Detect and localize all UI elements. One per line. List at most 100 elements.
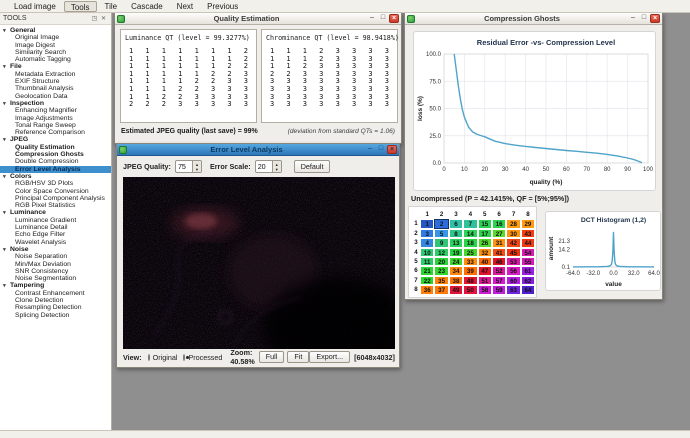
zigzag-cell[interactable]: 9 — [434, 238, 449, 248]
zigzag-cell[interactable]: 36 — [420, 285, 435, 295]
zigzag-cell[interactable]: 21 — [420, 266, 435, 276]
sidebar-item-splicing-detection[interactable]: Splicing Detection — [0, 312, 111, 319]
zigzag-cell[interactable]: 2 — [434, 219, 449, 229]
sidebar-section-file[interactable]: ▾ File — [0, 63, 111, 70]
zigzag-cell[interactable]: 15 — [477, 219, 492, 229]
sidebar-item-color-space-conversion[interactable]: Color Space Conversion — [0, 188, 111, 195]
zigzag-cell[interactable]: 62 — [520, 275, 536, 286]
zigzag-cell[interactable]: 58 — [477, 285, 492, 295]
zigzag-cell[interactable]: 43 — [520, 228, 536, 239]
cg-titlebar[interactable]: Compression Ghosts – □ × — [405, 13, 662, 25]
radio-processed[interactable] — [183, 353, 189, 361]
zigzag-cell[interactable]: 47 — [477, 266, 492, 276]
minimize-icon[interactable]: – — [367, 14, 377, 23]
zigzag-cell[interactable]: 30 — [506, 228, 521, 239]
sidebar-item-similarity-search[interactable]: Similarity Search — [0, 49, 111, 56]
sidebar-item-noise-segmentation[interactable]: Noise Segmentation — [0, 275, 111, 282]
sidebar-item-exif-structure[interactable]: EXIF Structure — [0, 78, 111, 85]
sidebar-item-contrast-enhancement[interactable]: Contrast Enhancement — [0, 290, 111, 297]
menu-tile[interactable]: Tile — [99, 1, 124, 12]
zigzag-cell[interactable]: 52 — [491, 266, 507, 276]
zigzag-cell[interactable]: 55 — [520, 256, 536, 267]
dock-close-icon[interactable]: ✕ — [99, 15, 108, 22]
zigzag-cell[interactable]: 40 — [477, 256, 492, 267]
sidebar-item-rgb-hsv-3d-plots[interactable]: RGB/HSV 3D Plots — [0, 180, 111, 187]
zigzag-cell[interactable]: 28 — [506, 219, 521, 229]
zigzag-cell[interactable]: 18 — [463, 238, 478, 248]
zigzag-cell[interactable]: 60 — [506, 275, 521, 286]
menu-cascade[interactable]: Cascade — [125, 1, 169, 12]
sidebar-section-colors[interactable]: ▾ Colors — [0, 173, 111, 180]
zigzag-cell[interactable]: 16 — [491, 219, 507, 229]
zigzag-cell[interactable]: 46 — [491, 256, 507, 267]
sidebar-item-automatic-tagging[interactable]: Automatic Tagging — [0, 56, 111, 63]
error-scale-stepper[interactable]: 20 ▲ ▼ — [254, 160, 282, 173]
sidebar-item-error-level-analysis[interactable]: Error Level Analysis — [0, 165, 111, 173]
radio-original[interactable] — [147, 353, 150, 361]
export-button[interactable]: Export... — [309, 351, 351, 363]
sidebar-item-echo-edge-filter[interactable]: Echo Edge Filter — [0, 231, 111, 238]
sidebar-item-thumbnail-analysis[interactable]: Thumbnail Analysis — [0, 85, 111, 92]
zigzag-cell[interactable]: 53 — [506, 256, 521, 267]
zigzag-cell[interactable]: 5 — [434, 228, 449, 239]
spin-arrows-icon[interactable]: ▲ ▼ — [271, 161, 281, 172]
zigzag-cell[interactable]: 26 — [477, 238, 492, 248]
sidebar-item-reference-comparison[interactable]: Reference Comparison — [0, 129, 111, 136]
radio-original-label[interactable]: Original — [153, 353, 178, 362]
zigzag-cell[interactable]: 37 — [434, 285, 449, 295]
qe-titlebar[interactable]: Quality Estimation – □ × — [115, 13, 401, 25]
zigzag-cell[interactable]: 4 — [420, 238, 435, 248]
zigzag-cell[interactable]: 63 — [506, 285, 521, 295]
sidebar-item-image-digest[interactable]: Image Digest — [0, 42, 111, 49]
radio-processed-label[interactable]: Processed — [188, 353, 222, 362]
sidebar-item-clone-detection[interactable]: Clone Detection — [0, 297, 111, 304]
sidebar-item-enhancing-magnifier[interactable]: Enhancing Magnifier — [0, 107, 111, 114]
zigzag-cell[interactable]: 20 — [434, 256, 449, 267]
maximize-icon[interactable]: □ — [378, 14, 388, 23]
menu-load-image[interactable]: Load image — [8, 1, 62, 12]
zigzag-cell[interactable]: 23 — [434, 266, 449, 276]
zigzag-cell[interactable]: 31 — [491, 238, 507, 248]
sidebar-item-compression-ghosts[interactable]: Compression Ghosts — [0, 151, 111, 158]
zigzag-cell[interactable]: 38 — [448, 275, 464, 286]
ela-titlebar[interactable]: Error Level Analysis – □ × — [117, 144, 399, 156]
sidebar-item-double-compression[interactable]: Double Compression — [0, 158, 111, 165]
zigzag-cell[interactable]: 51 — [477, 275, 492, 286]
default-button[interactable]: Default — [293, 160, 331, 173]
zigzag-cell[interactable]: 34 — [448, 266, 464, 276]
zigzag-cell[interactable]: 57 — [491, 275, 507, 286]
zigzag-cell[interactable]: 39 — [463, 266, 478, 276]
sidebar-item-snr-consistency[interactable]: SNR Consistency — [0, 268, 111, 275]
maximize-icon[interactable]: □ — [639, 14, 649, 23]
zigzag-cell[interactable]: 44 — [520, 238, 536, 248]
close-icon[interactable]: × — [387, 145, 397, 154]
zigzag-cell[interactable]: 8 — [448, 228, 464, 239]
sidebar-item-quality-estimation[interactable]: Quality Estimation — [0, 144, 111, 151]
jpeg-quality-stepper[interactable]: 75 ▲ ▼ — [174, 160, 202, 173]
zigzag-cell[interactable]: 13 — [448, 238, 464, 248]
maximize-icon[interactable]: □ — [376, 145, 386, 154]
sidebar-item-principal-component-analysis[interactable]: Principal Component Analysis — [0, 195, 111, 202]
zigzag-cell[interactable]: 27 — [491, 228, 507, 239]
sidebar-section-noise[interactable]: ▾ Noise — [0, 246, 111, 253]
zigzag-cell[interactable]: 64 — [520, 285, 536, 295]
menu-tools[interactable]: Tools — [63, 0, 97, 12]
zigzag-cell[interactable]: 25 — [463, 247, 478, 257]
sidebar-item-luminance-gradient[interactable]: Luminance Gradient — [0, 217, 111, 224]
zigzag-cell[interactable]: 56 — [506, 266, 521, 276]
zoom-full-button[interactable]: Full — [258, 351, 285, 363]
zigzag-cell[interactable]: 10 — [420, 247, 435, 257]
sidebar-item-original-image[interactable]: Original Image — [0, 34, 111, 41]
zigzag-cell[interactable]: 14 — [463, 228, 478, 239]
dock-float-icon[interactable]: ◳ — [90, 15, 99, 22]
sidebar-item-min-max-deviation[interactable]: Min/Max Deviation — [0, 261, 111, 268]
zigzag-cell[interactable]: 24 — [448, 256, 464, 267]
sidebar-item-luminance-detail[interactable]: Luminance Detail — [0, 224, 111, 231]
zigzag-cell[interactable]: 35 — [434, 275, 449, 286]
sidebar-item-rgb-pixel-statistics[interactable]: RGB Pixel Statistics — [0, 202, 111, 209]
zigzag-cell[interactable]: 61 — [520, 266, 536, 276]
sidebar-item-metadata-extraction[interactable]: Metadata Extraction — [0, 71, 111, 78]
sidebar-item-geolocation-data[interactable]: Geolocation Data — [0, 93, 111, 100]
sidebar-item-wavelet-analysis[interactable]: Wavelet Analysis — [0, 239, 111, 246]
sidebar-item-image-adjustments[interactable]: Image Adjustments — [0, 115, 111, 122]
